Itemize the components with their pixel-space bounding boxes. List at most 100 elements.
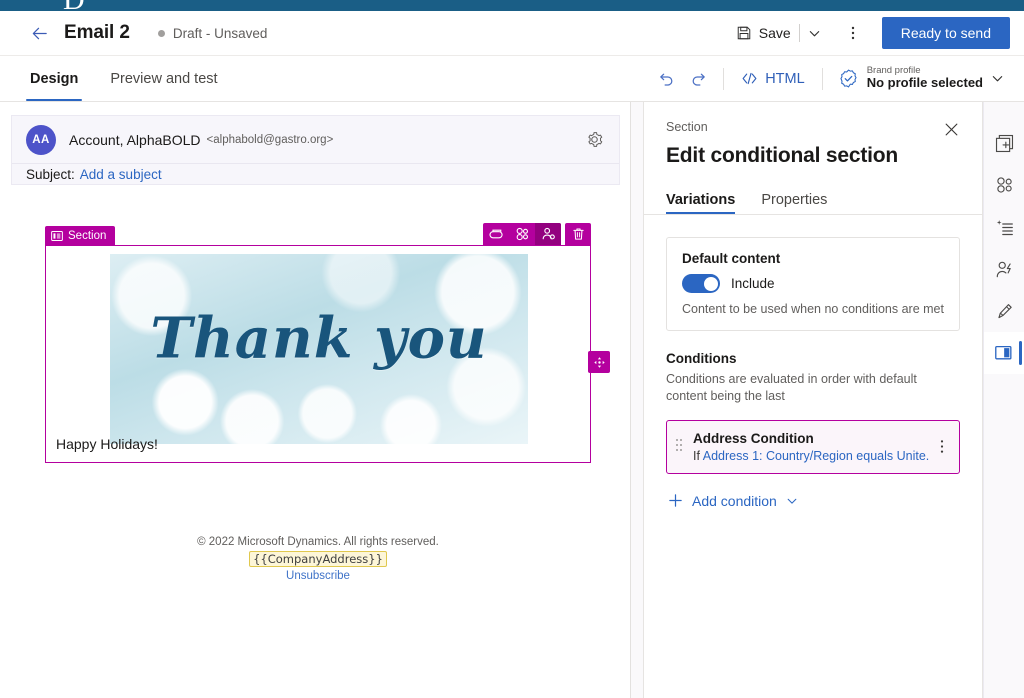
more-vertical-icon <box>851 26 854 40</box>
section-label-text: Section <box>68 229 107 242</box>
include-toggle[interactable] <box>682 274 720 293</box>
delete-section-button[interactable] <box>565 223 591 245</box>
add-element-icon <box>995 134 1014 152</box>
html-label: HTML <box>765 70 805 87</box>
tab-design[interactable]: Design <box>26 56 83 101</box>
redo-button[interactable] <box>682 63 714 95</box>
save-label: Save <box>758 25 791 41</box>
subject-input[interactable]: Add a subject <box>80 167 162 182</box>
panel-close-button[interactable] <box>938 116 964 142</box>
section-body-text[interactable]: Happy Holidays! <box>56 436 158 452</box>
conditional-content-button[interactable] <box>483 223 509 245</box>
save-disk-icon <box>737 26 751 40</box>
conditions-hint: Conditions are evaluated in order with d… <box>666 372 917 403</box>
chevron-down-icon <box>992 76 1003 82</box>
back-button[interactable] <box>22 16 56 50</box>
chevron-down-icon <box>787 498 797 504</box>
toggle-knob <box>703 276 718 291</box>
rail-add-element-button[interactable] <box>984 122 1024 164</box>
email-designer-app: D Email 2 Draft - Unsaved Save <box>0 0 1024 698</box>
delete-icon <box>572 228 584 240</box>
tab-preview-and-test[interactable]: Preview and test <box>106 56 221 101</box>
email-design-stage: AA Account, AlphaBOLD <alphabold@gastro.… <box>0 102 631 698</box>
subject-label: Subject: <box>26 167 75 182</box>
rail-ai-content-button[interactable] <box>984 206 1024 248</box>
drag-dots-icon[interactable] <box>676 438 682 455</box>
panel-title: Edit conditional section <box>666 144 899 167</box>
add-condition-label: Add condition <box>692 492 777 509</box>
rail-theme-button[interactable] <box>984 290 1024 332</box>
chevron-down-icon <box>809 30 820 36</box>
section-tool-group <box>483 223 561 245</box>
save-options-button[interactable] <box>802 18 828 48</box>
condition-expression: If Address 1: Country/Region equals Unit… <box>693 449 929 463</box>
company-address-token[interactable]: {{CompanyAddress}} <box>249 551 387 567</box>
conditions-heading: Conditions <box>666 351 737 366</box>
undo-button[interactable] <box>650 63 682 95</box>
save-button[interactable]: Save <box>730 18 797 48</box>
properties-panel: Section Edit conditional section Variati… <box>643 102 983 698</box>
designer-tab-actions: HTML Brand profile No profile selected <box>650 56 1024 101</box>
add-condition-button[interactable]: Add condition <box>666 489 800 513</box>
email-header-card: AA Account, AlphaBOLD <alphabold@gastro.… <box>11 115 620 185</box>
move-arrows-icon <box>593 356 605 368</box>
email-footer: © 2022 Microsoft Dynamics. All rights re… <box>45 536 591 582</box>
ai-content-icon <box>996 219 1013 235</box>
condition-expression-text: Address 1: Country/Region equals Unite..… <box>702 448 929 463</box>
default-content-hint: Content to be used when no conditions ar… <box>682 302 944 316</box>
status-dot-icon <box>157 29 165 37</box>
rail-personalize-button[interactable] <box>984 248 1024 290</box>
command-overflow-button[interactable] <box>838 18 868 48</box>
ready-to-send-button[interactable]: Ready to send <box>881 17 1010 49</box>
styles-icon <box>516 227 528 241</box>
default-content-title: Default content <box>682 251 781 266</box>
brand-badge-icon <box>840 69 857 88</box>
divider <box>723 67 725 90</box>
section-drag-handle[interactable] <box>588 351 610 373</box>
designer-tab-bar: Design Preview and test HTML Brand profi… <box>0 56 1024 102</box>
plus-icon <box>669 494 682 507</box>
stage-gutter <box>631 102 643 698</box>
section-layout-icon <box>51 230 63 241</box>
html-button[interactable]: HTML <box>733 64 812 94</box>
brush-theme-icon <box>998 303 1012 318</box>
conditional-content-icon <box>488 229 503 238</box>
condition-more-button[interactable] <box>933 435 951 459</box>
brand-profile-texts: Brand profile No profile selected <box>866 65 983 92</box>
section-delete-group <box>565 223 591 245</box>
page-title: Email 2 <box>64 22 130 43</box>
include-toggle-label: Include <box>731 276 775 291</box>
condition-list-item[interactable]: Address Condition If Address 1: Country/… <box>666 419 960 474</box>
designer-tabs: Design Preview and test <box>26 56 246 101</box>
conditional-section-box[interactable]: Thank you Happy Holidays! <box>45 245 591 463</box>
sender-name: Account, AlphaBOLD <box>69 131 201 148</box>
styles-icon <box>997 177 1012 193</box>
condition-title: Address Condition <box>693 430 814 446</box>
panel-header: Section Edit conditional section <box>644 102 982 168</box>
email-settings-button[interactable] <box>581 127 607 153</box>
unsubscribe-link[interactable]: Unsubscribe <box>45 570 591 582</box>
rail-layout-panel-button[interactable] <box>984 332 1024 374</box>
more-vertical-icon <box>940 440 944 453</box>
avatar: AA <box>26 124 56 155</box>
section-toolbar <box>483 223 591 245</box>
section-label-chip[interactable]: Section <box>45 226 116 245</box>
divider <box>798 24 800 42</box>
status-badge: Draft - Unsaved <box>157 26 267 41</box>
undo-icon <box>659 73 673 86</box>
brand-profile-button[interactable]: Brand profile No profile selected <box>834 62 1010 96</box>
divider <box>821 67 823 90</box>
redo-icon <box>692 73 705 86</box>
section-wrapper: Section Thank you Happy Holidays! © 2022… <box>45 223 610 582</box>
brand-profile-value: No profile selected <box>866 75 983 91</box>
styles-button[interactable] <box>509 223 535 245</box>
tab-properties[interactable]: Properties <box>761 185 827 214</box>
footer-copyright: © 2022 Microsoft Dynamics. All rights re… <box>197 536 439 548</box>
hero-image[interactable]: Thank you <box>110 254 528 444</box>
command-bar-actions: Save Ready to send <box>730 17 1024 49</box>
rail-styles-button[interactable] <box>984 164 1024 206</box>
audience-personalize-button[interactable] <box>535 223 561 245</box>
email-canvas: Section Thank you Happy Holidays! © 2022… <box>11 186 620 686</box>
condition-if-prefix: If <box>693 448 703 463</box>
tab-variations[interactable]: Variations <box>666 185 736 214</box>
